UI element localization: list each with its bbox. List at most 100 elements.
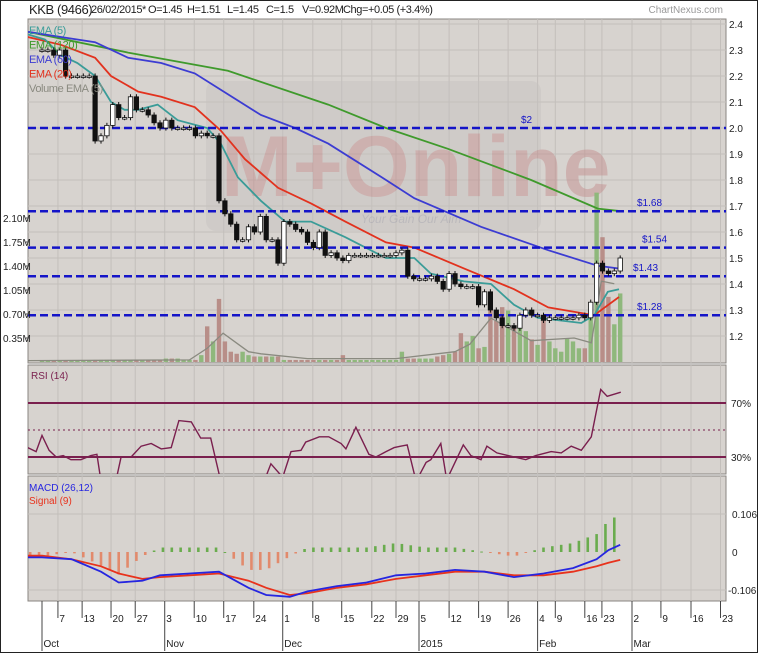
date-tick-label: 27 — [137, 614, 149, 625]
quote-close: C=1.5 — [266, 4, 294, 16]
legend-vol_ema: Volume EMA (5) — [29, 83, 103, 95]
volume-bar — [511, 327, 517, 362]
date-tick-label: 26 — [510, 614, 522, 625]
candle-body — [594, 262, 600, 303]
macd-histogram-bar — [506, 552, 510, 556]
candle-body — [458, 283, 464, 287]
volume-bar — [541, 320, 546, 362]
volume-bar — [199, 355, 204, 362]
volume-tick-label: 0.70M — [3, 310, 31, 321]
macd-histogram-bar — [250, 552, 253, 570]
macd-histogram-bar — [241, 552, 244, 566]
candle-body — [80, 75, 86, 78]
candle-body — [546, 317, 553, 321]
candle-body — [499, 317, 505, 326]
candle-body — [210, 135, 216, 138]
candle-body — [523, 309, 529, 316]
price-tick-label: 1.5 — [729, 254, 743, 265]
quote-volume: V=0.92M — [302, 4, 344, 16]
volume-bar — [246, 355, 251, 362]
macd-histogram-bar — [285, 552, 289, 559]
price-tick-label: 1.6 — [729, 228, 743, 239]
candle-body — [564, 317, 570, 320]
macd-histogram-bar — [135, 552, 138, 561]
macd-histogram-bar — [232, 552, 236, 559]
candle-body — [399, 249, 405, 254]
candle-body — [228, 213, 234, 225]
volume-bar — [299, 359, 304, 362]
volume-bar — [205, 326, 210, 362]
volume-bar — [358, 359, 363, 362]
level-label: $2 — [521, 115, 533, 126]
candle-body — [175, 127, 181, 130]
candle-body — [186, 127, 193, 130]
macd-tick-label: -0.106 — [728, 586, 757, 597]
macd-histogram-bar — [55, 552, 59, 555]
candle-body — [411, 275, 417, 280]
candle-body — [157, 122, 163, 129]
candle-body — [475, 286, 482, 306]
price-tick-label: 1.9 — [729, 150, 743, 161]
candle-body — [269, 239, 275, 242]
macd-histogram-bar — [365, 547, 368, 552]
month-label: Nov — [166, 639, 184, 650]
volume-bar — [352, 359, 357, 362]
volume-bar — [228, 351, 233, 362]
macd-histogram-bar — [391, 543, 395, 552]
month-label: Oct — [44, 639, 60, 650]
volume-bar — [387, 359, 393, 362]
candle-body — [110, 104, 116, 126]
candle-body — [405, 249, 411, 277]
date-tick-label: 23 — [603, 614, 615, 625]
volume-bar — [222, 341, 228, 362]
volume-bar — [269, 356, 275, 362]
macd-histogram-bar — [409, 545, 413, 552]
candle-body — [588, 301, 594, 319]
candle-body — [198, 132, 204, 137]
candle-body — [570, 317, 576, 320]
macd-histogram-bar — [170, 547, 174, 552]
macd-histogram-bar — [259, 552, 262, 570]
volume-bar — [216, 298, 222, 362]
brand-label: ChartNexus.com — [648, 5, 723, 16]
volume-bar — [553, 348, 558, 362]
candle-body — [434, 275, 440, 282]
volume-bar — [417, 358, 422, 362]
month-label: Dec — [284, 639, 302, 650]
macd-tick-label: 0.106 — [732, 510, 757, 521]
volume-bar — [252, 356, 257, 362]
symbol-title: KKB (9466) — [29, 2, 93, 17]
volume-bar — [311, 359, 316, 362]
level-label: $1.54 — [642, 235, 667, 246]
volume-bar — [435, 356, 440, 362]
macd-histogram-bar — [90, 552, 94, 562]
volume-bar — [323, 359, 328, 362]
candle-body — [163, 119, 169, 129]
volume-bar — [364, 359, 369, 362]
macd-histogram-bar — [453, 547, 457, 552]
candle-body — [464, 286, 470, 289]
volume-bar — [334, 359, 340, 362]
quote-open: O=1.45 — [148, 4, 182, 16]
chart-canvas[interactable]: M+Online Your Gain Our Aim $2 $1.68 $1.54 $… — [1, 1, 758, 653]
volume-bar — [287, 359, 292, 362]
candle-body — [257, 215, 263, 233]
macd-histogram-bar — [223, 552, 227, 553]
candle-body — [416, 278, 423, 281]
volume-bar — [240, 351, 245, 362]
candle-body — [180, 127, 187, 130]
candle-body — [239, 239, 246, 242]
candle-body — [169, 119, 175, 129]
macd-histogram-bar — [436, 547, 439, 552]
legend-ema5: EMA (5) — [29, 25, 66, 37]
macd-histogram-bar — [143, 552, 147, 555]
candle-body — [552, 317, 558, 320]
volume-tick-label: 0.35M — [3, 334, 31, 345]
price-tick-label: 2.1 — [729, 98, 743, 109]
volume-bar — [446, 353, 452, 362]
candle-body — [357, 254, 364, 258]
macd-histogram-bar — [338, 547, 342, 552]
macd-histogram-bar — [604, 523, 607, 552]
date-tick-label: 4 — [539, 614, 545, 625]
date-tick-label: 9 — [662, 614, 668, 625]
